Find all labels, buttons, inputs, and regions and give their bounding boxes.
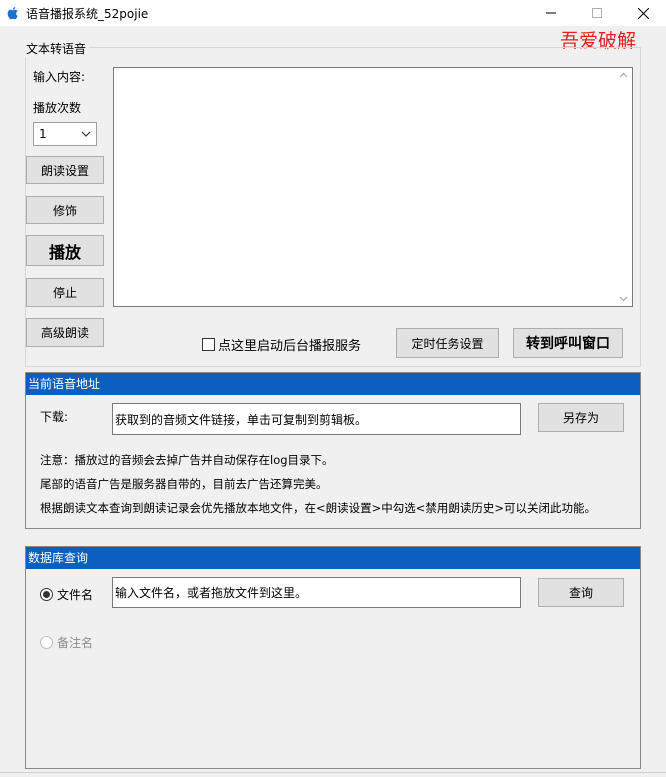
apple-icon <box>7 7 18 20</box>
filename-input[interactable]: 输入文件名，或者拖放文件到这里。 <box>112 577 521 608</box>
note-line-2: 尾部的语音广告是服务器自带的，目前去广告还算完美。 <box>40 477 328 491</box>
play-count-select[interactable]: 1 <box>33 122 97 146</box>
window-title: 语音播报系统_52pojie <box>26 7 149 21</box>
play-button[interactable]: 播放 <box>26 235 104 266</box>
modify-button[interactable]: 修饰 <box>26 196 104 224</box>
background-service-label: 点这里启动后台播报服务 <box>218 339 362 354</box>
scroll-up-icon[interactable] <box>619 72 628 78</box>
to-call-window-button[interactable]: 转到呼叫窗口 <box>513 328 623 358</box>
background-service-checkbox[interactable] <box>202 338 215 351</box>
advanced-read-button[interactable]: 高级朗读 <box>26 318 104 347</box>
radio-remark-label: 备注名 <box>57 636 94 650</box>
text-input-area[interactable] <box>113 67 633 307</box>
note-line-1: 注意：播放过的音频会去掉广告并自动保存在log目录下。 <box>40 453 334 467</box>
minimize-icon <box>546 12 556 14</box>
audio-link-field[interactable]: 获取到的音频文件链接，单击可复制到剪辑板。 <box>112 403 521 435</box>
play-count-label: 播放次数 <box>33 101 82 115</box>
download-label: 下载: <box>40 410 69 424</box>
radio-filename-button[interactable] <box>40 588 53 601</box>
stop-button[interactable]: 停止 <box>26 278 104 307</box>
scroll-down-icon[interactable] <box>619 296 628 302</box>
bottom-edge <box>0 772 666 773</box>
radio-filename[interactable]: 文件名 <box>40 586 93 603</box>
query-button[interactable]: 查询 <box>538 578 624 607</box>
close-icon <box>637 7 649 19</box>
scheduled-task-button[interactable]: 定时任务设置 <box>396 328 499 358</box>
close-button[interactable] <box>620 0 666 26</box>
radio-remark-button <box>40 636 53 649</box>
radio-filename-label: 文件名 <box>57 588 94 602</box>
current-audio-header: 当前语音地址 <box>26 373 640 395</box>
db-query-header: 数据库查询 <box>26 547 640 569</box>
play-count-value: 1 <box>39 127 47 141</box>
background-service-toggle[interactable]: 点这里启动后台播报服务 <box>202 335 361 354</box>
audio-link-text: 获取到的音频文件链接，单击可复制到剪辑板。 <box>115 412 368 427</box>
filename-input-text: 输入文件名，或者拖放文件到这里。 <box>115 586 308 600</box>
input-content-label: 输入内容: <box>33 70 86 84</box>
save-as-button[interactable]: 另存为 <box>538 403 624 432</box>
maximize-button[interactable] <box>574 0 620 26</box>
note-line-3: 根据朗读文本查询到朗读记录会优先播放本地文件，在<朗读设置>中勾选<禁用朗读历史… <box>40 501 597 515</box>
radio-remark: 备注名 <box>40 634 93 651</box>
minimize-button[interactable] <box>528 0 574 26</box>
maximize-icon <box>592 8 602 18</box>
read-settings-button[interactable]: 朗读设置 <box>26 156 104 184</box>
chevron-down-icon <box>81 131 91 137</box>
tts-group-label: 文本转语音 <box>23 40 90 57</box>
